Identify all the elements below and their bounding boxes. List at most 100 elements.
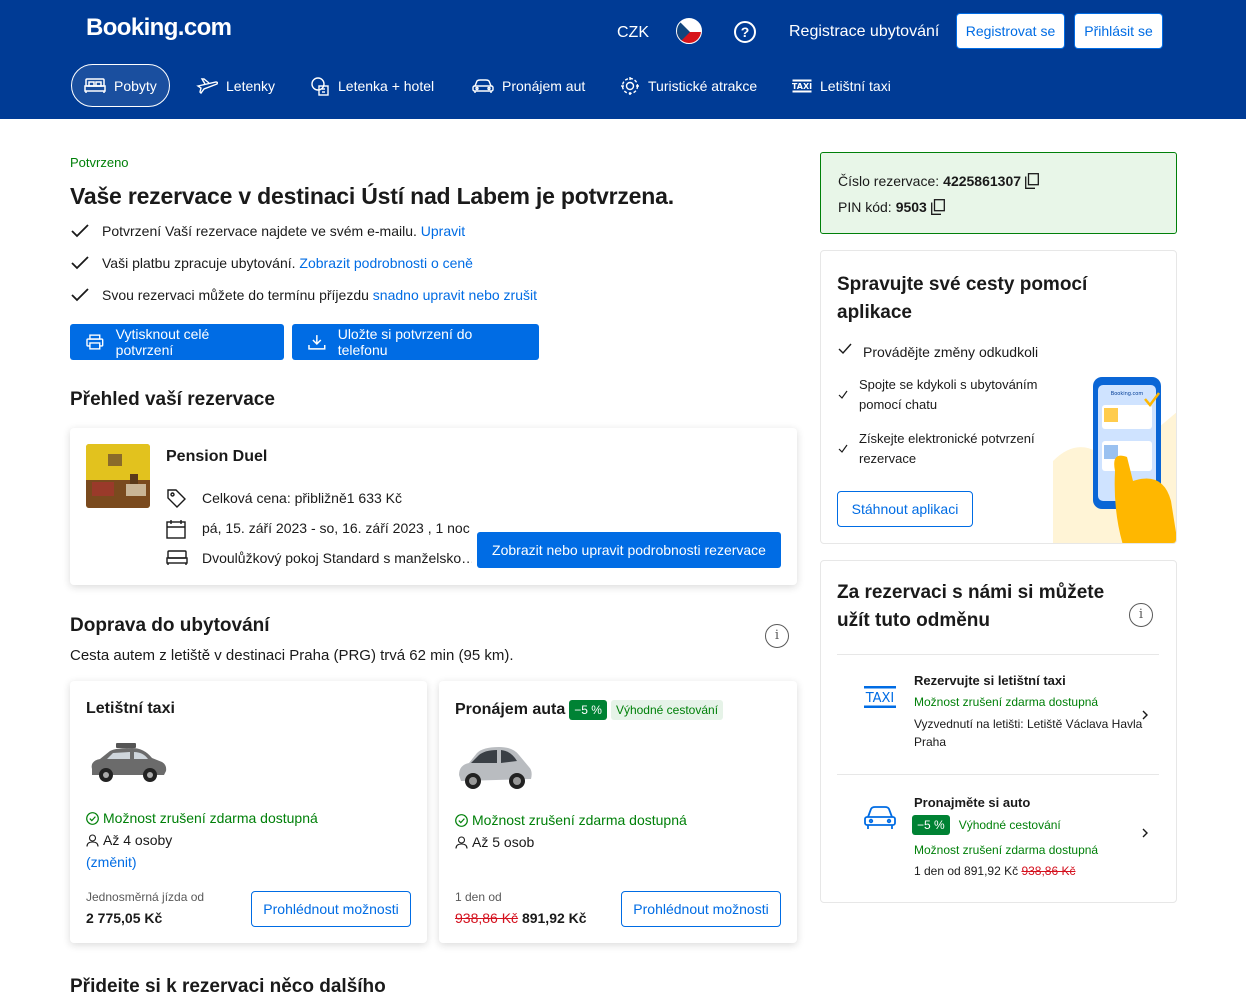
property-photo[interactable] xyxy=(86,444,150,508)
app-promo-item-text: Získejte elektronické potvrzení rezervac… xyxy=(859,431,1035,466)
price-tag-icon xyxy=(167,489,186,508)
register-button[interactable]: Registrovat se xyxy=(956,13,1065,49)
manage-booking-button[interactable]: Zobrazit nebo upravit podrobnosti rezerv… xyxy=(477,532,781,568)
czech-flag-icon[interactable] xyxy=(676,18,702,44)
reward-title: Za rezervaci s námi si můžete užít tuto … xyxy=(837,582,1105,631)
price-details-link[interactable]: Zobrazit podrobnosti o ceně xyxy=(299,255,473,271)
reward-car-free-cancel: Možnost zrušení zdarma dostupná xyxy=(914,843,1099,857)
info-icon[interactable]: i xyxy=(1129,603,1153,627)
nav-flight-hotel[interactable]: Letenka + hotel xyxy=(298,64,446,107)
car-capacity-label: Až 5 osob xyxy=(472,834,535,850)
top-header: Booking.com CZK ? Registrace ubytování R… xyxy=(0,0,1246,119)
taxi-car-image xyxy=(91,743,167,782)
pin-code: 9503 xyxy=(895,199,927,215)
check-text: Potvrzení Vaší rezervace najdete ve svém… xyxy=(102,223,417,239)
copy-icon[interactable] xyxy=(1025,173,1039,189)
reward-car-old-price: 938,86 Kč xyxy=(1021,864,1076,878)
reward-car-price: 1 den od 891,92 Kč 938,86 Kč xyxy=(914,864,1075,878)
copy-icon[interactable] xyxy=(930,199,945,215)
attractions-icon xyxy=(621,76,639,95)
car-rental-card: Pronájem auta −5 % Výhodné cestování Mož… xyxy=(439,681,797,943)
check-text: Svou rezervaci můžete do termínu příjezd… xyxy=(102,287,369,303)
help-icon[interactable]: ? xyxy=(734,21,756,43)
app-promo-title: Spravujte své cesty pomocí aplikace xyxy=(837,274,1088,323)
change-passengers-link[interactable]: (změnit) xyxy=(86,854,137,870)
rental-car-image xyxy=(459,747,532,789)
deal-badge: Výhodné cestování xyxy=(610,700,724,720)
car-icon xyxy=(864,806,896,829)
nav-attractions[interactable]: Turistické atrakce xyxy=(608,64,769,107)
edit-email-link[interactable]: Upravit xyxy=(421,223,465,239)
taxi-view-options-button[interactable]: Prohlédnout možnosti xyxy=(251,891,411,927)
nav-airport-taxi[interactable]: TAXI Letištní taxi xyxy=(780,64,903,107)
nav-flights[interactable]: Letenky xyxy=(184,64,287,107)
car-capacity: Až 5 osob xyxy=(455,834,534,850)
nav-car-rental[interactable]: Pronájem aut xyxy=(460,64,597,107)
car-card-title: Pronájem auta xyxy=(455,701,566,718)
check-circle-icon xyxy=(86,811,99,825)
nav-flights-label: Letenky xyxy=(226,77,276,94)
bed-icon xyxy=(84,77,106,93)
reservation-number-box: Číslo rezervace: 4225861307 PIN kód: 950… xyxy=(820,152,1177,234)
reward-taxi-item[interactable]: TAXI Rezervujte si letištní taxi Možnost… xyxy=(837,655,1159,775)
currency-selector[interactable]: CZK xyxy=(617,24,649,42)
taxi-icon-label: TAXI xyxy=(792,82,812,91)
bed-icon xyxy=(166,550,188,565)
save-to-phone-button[interactable]: Uložte si potvrzení do telefonu xyxy=(292,324,539,360)
calendar-icon xyxy=(166,520,186,539)
pin-label: PIN kód: xyxy=(838,199,892,215)
reservation-number-row: Číslo rezervace: 4225861307 xyxy=(838,173,1039,189)
nav-flight-hotel-label: Letenka + hotel xyxy=(338,77,435,94)
reward-taxi-icon-label: TAXI xyxy=(865,691,895,706)
car-new-price: 891,92 Kč xyxy=(521,910,587,926)
room-type: Dvoulůžkový pokoj Standard s manželsko… xyxy=(202,550,472,566)
reward-car-price-prefix: 1 den od 891,92 Kč xyxy=(914,864,1019,878)
flight-hotel-icon xyxy=(311,76,329,96)
nav-stays[interactable]: Pobyty xyxy=(71,64,170,107)
person-icon xyxy=(455,835,468,849)
reward-taxi-free-cancel: Možnost zrušení zdarma dostupná xyxy=(914,695,1099,709)
reward-car-item[interactable]: Pronajměte si auto −5 % Výhodné cestován… xyxy=(837,775,1159,895)
booking-logo[interactable]: Booking.com xyxy=(86,14,232,42)
add-more-heading: Přidejte si k rezervaci něco dalšího xyxy=(70,976,386,992)
phone-app-illustration: Booking.com xyxy=(1053,377,1176,543)
nav-airport-taxi-label: Letištní taxi xyxy=(820,77,891,94)
car-card-header: Pronájem auta −5 % Výhodné cestování xyxy=(455,700,724,720)
taxi-icon: TAXI xyxy=(864,686,896,708)
printer-icon xyxy=(86,334,104,350)
taxi-capacity: Až 4 osoby xyxy=(86,832,172,848)
plane-icon xyxy=(196,77,218,94)
check-item: Potvrzení Vaší rezervace najdete ve svém… xyxy=(70,223,465,239)
sign-in-button[interactable]: Přihlásit se xyxy=(1074,13,1163,49)
check-text: Vaši platbu zpracuje ubytování. xyxy=(102,255,296,271)
page-title: Vaše rezervace v destinaci Ústí nad Labe… xyxy=(70,183,674,209)
checkmark-icon xyxy=(838,444,848,453)
taxi-free-cancel-label: Možnost zrušení zdarma dostupná xyxy=(103,810,318,826)
checkmark-icon xyxy=(71,224,89,238)
nav-stays-label: Pobyty xyxy=(114,77,157,94)
taxi-card-title: Letištní taxi xyxy=(86,700,175,717)
nav-car-rental-label: Pronájem aut xyxy=(502,77,586,94)
taxi-price: 2 775,05 Kč xyxy=(86,910,163,926)
car-price-label: 1 den od xyxy=(455,890,502,904)
modify-cancel-link[interactable]: snadno upravit nebo zrušit xyxy=(373,287,537,303)
reservation-overview-card: Pension Duel Celková cena: přibližně1 63… xyxy=(70,428,797,585)
info-icon[interactable]: i xyxy=(765,624,789,648)
print-confirmation-button[interactable]: Vytisknout celé potvrzení xyxy=(70,324,284,360)
download-app-button[interactable]: Stáhnout aplikaci xyxy=(837,491,973,527)
checkmark-icon xyxy=(838,390,848,399)
list-property-link[interactable]: Registrace ubytování xyxy=(789,23,939,41)
discount-badge: −5 % xyxy=(912,815,950,835)
reward-car-badges: −5 % Výhodné cestování xyxy=(912,815,1066,835)
airport-taxi-card: Letištní taxi Možnost zrušení zdarma dos… xyxy=(70,681,427,943)
deal-badge: Výhodné cestování xyxy=(958,818,1061,832)
taxi-icon: TAXI xyxy=(792,79,812,92)
car-view-options-button[interactable]: Prohlédnout možnosti xyxy=(621,891,781,927)
property-name[interactable]: Pension Duel xyxy=(166,448,267,466)
checkmark-icon xyxy=(71,288,89,302)
print-confirmation-label: Vytisknout celé potvrzení xyxy=(115,326,210,358)
transport-heading: Doprava do ubytování xyxy=(70,615,270,636)
reward-taxi-title: Rezervujte si letištní taxi xyxy=(914,673,1066,688)
car-price: 938,86 Kč 891,92 Kč xyxy=(455,910,587,926)
check-item: Svou rezervaci můžete do termínu příjezd… xyxy=(70,287,537,303)
